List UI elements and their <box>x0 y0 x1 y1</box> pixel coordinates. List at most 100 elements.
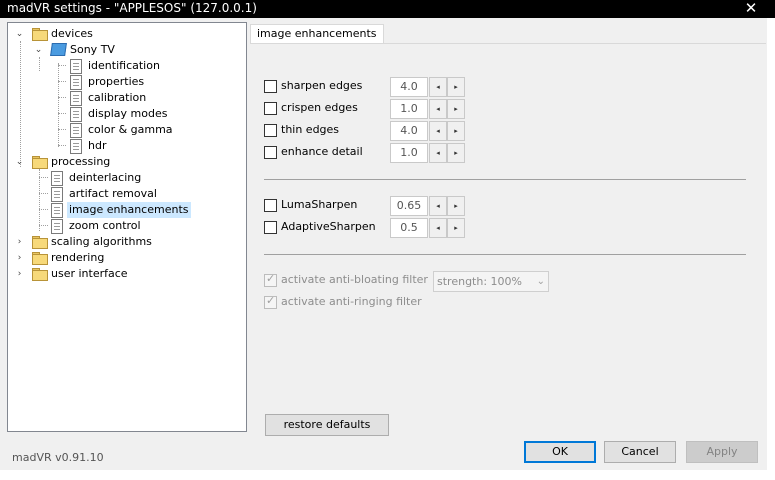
tree-item-label: user interface <box>51 267 128 280</box>
crispen-edges-row: crispen edges 1.0 ◂ ▸ <box>264 99 484 119</box>
dialog-client-area: ⌄ devices ⌄ Sony TV identification prope… <box>0 18 767 470</box>
chevron-down-icon[interactable]: ⌄ <box>15 154 24 170</box>
tree-item-rendering[interactable]: › rendering <box>8 250 244 266</box>
folder-icon <box>32 156 48 169</box>
tree-item-scaling-algorithms[interactable]: › scaling algorithms <box>8 234 244 250</box>
apply-button[interactable]: Apply <box>686 441 758 463</box>
separator <box>264 254 746 255</box>
strength-value: strength: 100% <box>437 275 522 288</box>
tree-item-deinterlacing[interactable]: deinterlacing <box>8 170 244 186</box>
tree-item-label: Sony TV <box>70 43 115 56</box>
sharpen-edges-checkbox[interactable] <box>264 80 277 93</box>
enhance-detail-checkbox[interactable] <box>264 146 277 159</box>
increase-arrow-icon[interactable]: ▸ <box>447 77 465 97</box>
increase-arrow-icon[interactable]: ▸ <box>447 121 465 141</box>
title-bar: madVR settings - "APPLESOS" (127.0.0.1) … <box>0 0 775 18</box>
anti-ringing-checkbox[interactable] <box>264 294 277 309</box>
tree-item-identification[interactable]: identification <box>8 58 244 74</box>
increase-arrow-icon[interactable]: ▸ <box>447 99 465 119</box>
crispen-edges-value[interactable]: 1.0 <box>390 99 428 119</box>
strength-dropdown[interactable]: strength: 100% ⌄ <box>433 271 549 292</box>
tree-item-label: color & gamma <box>88 123 173 136</box>
adaptive-sharpen-checkbox[interactable] <box>264 221 277 234</box>
tree-item-color-gamma[interactable]: color & gamma <box>8 122 244 138</box>
id-card-icon <box>70 59 82 74</box>
tree-item-hdr[interactable]: hdr <box>8 138 244 154</box>
page-icon <box>70 91 82 106</box>
tree-item-user-interface[interactable]: › user interface <box>8 266 244 282</box>
restore-defaults-button[interactable]: restore defaults <box>265 414 389 436</box>
tab-image-enhancements[interactable]: image enhancements <box>250 24 384 43</box>
crispen-edges-label: crispen edges <box>281 101 358 114</box>
decrease-arrow-icon[interactable]: ◂ <box>429 218 447 238</box>
enhance-detail-row: enhance detail 1.0 ◂ ▸ <box>264 143 484 163</box>
tree-item-zoom-control[interactable]: zoom control <box>8 218 244 234</box>
thin-edges-row: thin edges 4.0 ◂ ▸ <box>264 121 484 141</box>
chevron-right-icon[interactable]: › <box>15 266 24 282</box>
tree-item-label: deinterlacing <box>69 171 142 184</box>
decrease-arrow-icon[interactable]: ◂ <box>429 143 447 163</box>
adaptive-sharpen-label: AdaptiveSharpen <box>281 220 376 233</box>
tree-item-sony-tv[interactable]: ⌄ Sony TV <box>8 42 244 58</box>
page-icon <box>70 107 82 122</box>
luma-sharpen-label: LumaSharpen <box>281 198 358 211</box>
tree-item-label: artifact removal <box>69 187 157 200</box>
thin-edges-label: thin edges <box>281 123 340 136</box>
anti-bloating-label: activate anti-bloating filter <box>281 273 428 286</box>
increase-arrow-icon[interactable]: ▸ <box>447 218 465 238</box>
chevron-down-icon[interactable]: ⌄ <box>34 42 43 58</box>
thin-edges-value[interactable]: 4.0 <box>390 121 428 141</box>
luma-sharpen-value[interactable]: 0.65 <box>390 196 428 216</box>
tab-page: sharpen edges 4.0 ◂ ▸ crispen edges 1.0 … <box>250 43 766 436</box>
increase-arrow-icon[interactable]: ▸ <box>447 196 465 216</box>
tree-item-label: identification <box>88 59 160 72</box>
decrease-arrow-icon[interactable]: ◂ <box>429 196 447 216</box>
folder-icon <box>32 252 48 265</box>
window-edge <box>0 470 767 480</box>
tree-item-label: scaling algorithms <box>51 235 152 248</box>
tree-item-processing[interactable]: ⌄ processing <box>8 154 244 170</box>
decrease-arrow-icon[interactable]: ◂ <box>429 99 447 119</box>
sharpen-edges-row: sharpen edges 4.0 ◂ ▸ <box>264 77 484 97</box>
luma-sharpen-checkbox[interactable] <box>264 199 277 212</box>
chevron-right-icon[interactable]: › <box>15 250 24 266</box>
tree-item-artifact-removal[interactable]: artifact removal <box>8 186 244 202</box>
tree-item-label: processing <box>51 155 111 168</box>
decrease-arrow-icon[interactable]: ◂ <box>429 121 447 141</box>
tree-item-properties[interactable]: properties <box>8 74 244 90</box>
ok-button[interactable]: OK <box>524 441 596 463</box>
tree-item-image-enhancements[interactable]: image enhancements <box>8 202 244 218</box>
decrease-arrow-icon[interactable]: ◂ <box>429 77 447 97</box>
tree-item-label: hdr <box>88 139 107 152</box>
luma-sharpen-row: LumaSharpen 0.65 ◂ ▸ <box>264 196 484 216</box>
tree-item-label-selected: image enhancements <box>67 202 191 218</box>
chevron-down-icon[interactable]: ⌄ <box>15 26 24 42</box>
increase-arrow-icon[interactable]: ▸ <box>447 143 465 163</box>
page-icon <box>51 171 63 186</box>
display-device-icon <box>50 43 67 56</box>
tree-item-calibration[interactable]: calibration <box>8 90 244 106</box>
tree-item-label: properties <box>88 75 145 88</box>
sharpen-edges-label: sharpen edges <box>281 79 363 92</box>
window-edge <box>767 18 775 480</box>
version-label: madVR v0.91.10 <box>12 451 104 464</box>
tree-item-devices[interactable]: ⌄ devices <box>8 26 244 42</box>
folder-icon <box>32 28 48 41</box>
sharpen-edges-value[interactable]: 4.0 <box>390 77 428 97</box>
adaptive-sharpen-value[interactable]: 0.5 <box>390 218 428 238</box>
crispen-edges-checkbox[interactable] <box>264 102 277 115</box>
close-icon[interactable]: ✕ <box>741 0 761 18</box>
anti-bloating-checkbox[interactable] <box>264 272 277 287</box>
tree-item-label: devices <box>51 27 93 40</box>
anti-ringing-label: activate anti-ringing filter <box>281 295 422 308</box>
cancel-button[interactable]: Cancel <box>604 441 676 463</box>
tree-item-display-modes[interactable]: display modes <box>8 106 244 122</box>
page-icon <box>70 75 82 90</box>
settings-tree[interactable]: ⌄ devices ⌄ Sony TV identification prope… <box>7 22 247 432</box>
chevron-right-icon[interactable]: › <box>15 234 24 250</box>
thin-edges-checkbox[interactable] <box>264 124 277 137</box>
tree-item-label: zoom control <box>69 219 141 232</box>
adaptive-sharpen-row: AdaptiveSharpen 0.5 ◂ ▸ <box>264 218 484 238</box>
page-icon <box>70 139 82 154</box>
enhance-detail-value[interactable]: 1.0 <box>390 143 428 163</box>
